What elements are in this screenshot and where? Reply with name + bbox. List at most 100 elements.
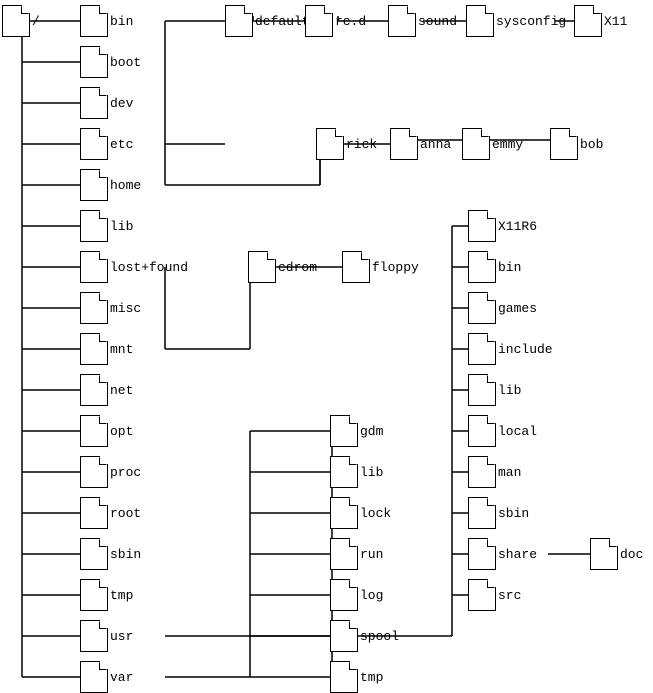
label-lib-usr: lib [498, 383, 521, 398]
label-rick: rick [346, 137, 377, 152]
node-src: src [468, 579, 521, 611]
icon-sysconfig [466, 5, 494, 37]
icon-sbin-usr [468, 497, 496, 529]
node-usr: usr [80, 620, 133, 652]
icon-lock [330, 497, 358, 529]
icon-misc [80, 292, 108, 324]
label-man: man [498, 465, 521, 480]
icon-X11R6 [468, 210, 496, 242]
node-tmp: tmp [80, 579, 133, 611]
label-bob: bob [580, 137, 603, 152]
icon-net [80, 374, 108, 406]
node-share: share [468, 538, 537, 570]
icon-dev [80, 87, 108, 119]
label-log: log [360, 588, 383, 603]
node-mnt: mnt [80, 333, 133, 365]
node-doc: doc [590, 538, 643, 570]
label-X11R6: X11R6 [498, 219, 537, 234]
label-lock: lock [360, 506, 391, 521]
label-sysconfig: sysconfig [496, 14, 566, 29]
node-boot: boot [80, 46, 141, 78]
label-boot: boot [110, 55, 141, 70]
icon-mnt [80, 333, 108, 365]
icon-src [468, 579, 496, 611]
icon-games [468, 292, 496, 324]
node-man: man [468, 456, 521, 488]
node-anna: anna [390, 128, 451, 160]
node-bob: bob [550, 128, 603, 160]
icon-emmy [462, 128, 490, 160]
label-src: src [498, 588, 521, 603]
icon-cdrom [248, 251, 276, 283]
node-lock: lock [330, 497, 391, 529]
label-mnt: mnt [110, 342, 133, 357]
node-gdm: gdm [330, 415, 383, 447]
icon-var [80, 661, 108, 693]
icon-X11 [574, 5, 602, 37]
node-home: home [80, 169, 141, 201]
icon-log [330, 579, 358, 611]
icon-man [468, 456, 496, 488]
node-root: / [2, 5, 40, 37]
icon-run [330, 538, 358, 570]
node-lib-usr: lib [468, 374, 521, 406]
label-anna: anna [420, 137, 451, 152]
icon-bin [80, 5, 108, 37]
label-emmy: emmy [492, 137, 523, 152]
label-bin: bin [110, 14, 133, 29]
icon-lib [80, 210, 108, 242]
node-bin-usr: bin [468, 251, 521, 283]
label-lib: lib [110, 219, 133, 234]
label-lib-var: lib [360, 465, 383, 480]
icon-opt [80, 415, 108, 447]
icon-gdm [330, 415, 358, 447]
node-var: var [80, 661, 133, 693]
node-opt: opt [80, 415, 133, 447]
node-proc: proc [80, 456, 141, 488]
label-local: local [498, 424, 537, 439]
tree-container: / bin boot dev etc home lib lost+found m… [0, 0, 653, 693]
label-run: run [360, 547, 383, 562]
node-lost-found: lost+found [80, 251, 188, 283]
node-log: log [330, 579, 383, 611]
label-net: net [110, 383, 133, 398]
icon-proc [80, 456, 108, 488]
icon-spool [330, 620, 358, 652]
label-opt: opt [110, 424, 133, 439]
node-lib: lib [80, 210, 133, 242]
label-sbin: sbin [110, 547, 141, 562]
label-include: include [498, 342, 553, 357]
node-default: default [225, 5, 310, 37]
icon-sound [388, 5, 416, 37]
node-include: include [468, 333, 553, 365]
label-bin-usr: bin [498, 260, 521, 275]
label-root: / [32, 14, 40, 29]
label-home: home [110, 178, 141, 193]
node-bin: bin [80, 5, 133, 37]
node-X11R6: X11R6 [468, 210, 537, 242]
label-X11: X11 [604, 14, 627, 29]
label-share: share [498, 547, 537, 562]
icon-home [80, 169, 108, 201]
icon-tmp-var [330, 661, 358, 693]
icon-lib-usr [468, 374, 496, 406]
node-sbin: sbin [80, 538, 141, 570]
label-doc: doc [620, 547, 643, 562]
icon-doc [590, 538, 618, 570]
node-net: net [80, 374, 133, 406]
node-local: local [468, 415, 537, 447]
node-floppy: floppy [342, 251, 419, 283]
node-root-dir: root [80, 497, 141, 529]
label-lost-found: lost+found [110, 260, 188, 275]
label-sbin-usr: sbin [498, 506, 529, 521]
label-cdrom: cdrom [278, 260, 317, 275]
icon-usr [80, 620, 108, 652]
node-games: games [468, 292, 537, 324]
label-spool: spool [360, 629, 399, 644]
icon-bin-usr [468, 251, 496, 283]
node-sysconfig: sysconfig [466, 5, 566, 37]
node-X11: X11 [574, 5, 627, 37]
node-run: run [330, 538, 383, 570]
node-spool: spool [330, 620, 399, 652]
node-rc-d: rc.d [305, 5, 366, 37]
